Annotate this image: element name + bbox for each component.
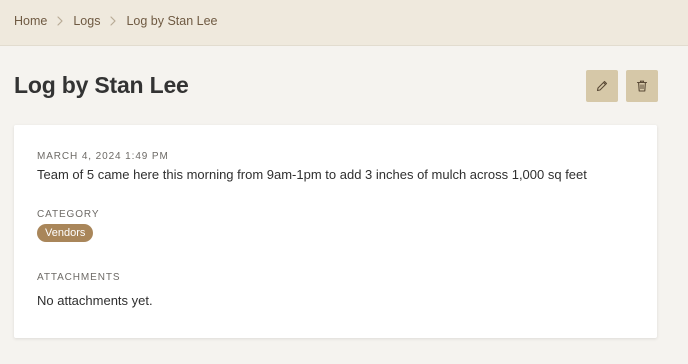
pencil-icon	[595, 79, 609, 93]
edit-button[interactable]	[586, 70, 618, 102]
delete-button[interactable]	[626, 70, 658, 102]
log-timestamp: MARCH 4, 2024 1:49 PM	[37, 151, 169, 162]
attachments-empty-text: No attachments yet.	[37, 293, 153, 308]
breadcrumb-home-link[interactable]: Home	[14, 14, 47, 28]
breadcrumb-current: Log by Stan Lee	[126, 14, 218, 28]
trash-icon	[635, 79, 649, 93]
category-badge: Vendors	[37, 224, 94, 242]
log-description: Team of 5 came here this morning from 9a…	[37, 167, 587, 182]
page-title: Log by Stan Lee	[14, 72, 189, 98]
category-label: CATEGORY	[37, 209, 100, 220]
breadcrumb-logs-link[interactable]: Logs	[73, 14, 100, 28]
log-detail-card: MARCH 4, 2024 1:49 PM Team of 5 came her…	[14, 125, 657, 338]
chevron-right-icon	[106, 14, 120, 28]
attachments-label: ATTACHMENTS	[37, 272, 121, 283]
chevron-right-icon	[53, 14, 67, 28]
breadcrumb: Home Logs Log by Stan Lee	[14, 14, 218, 28]
top-bar: Home Logs Log by Stan Lee	[0, 0, 688, 46]
